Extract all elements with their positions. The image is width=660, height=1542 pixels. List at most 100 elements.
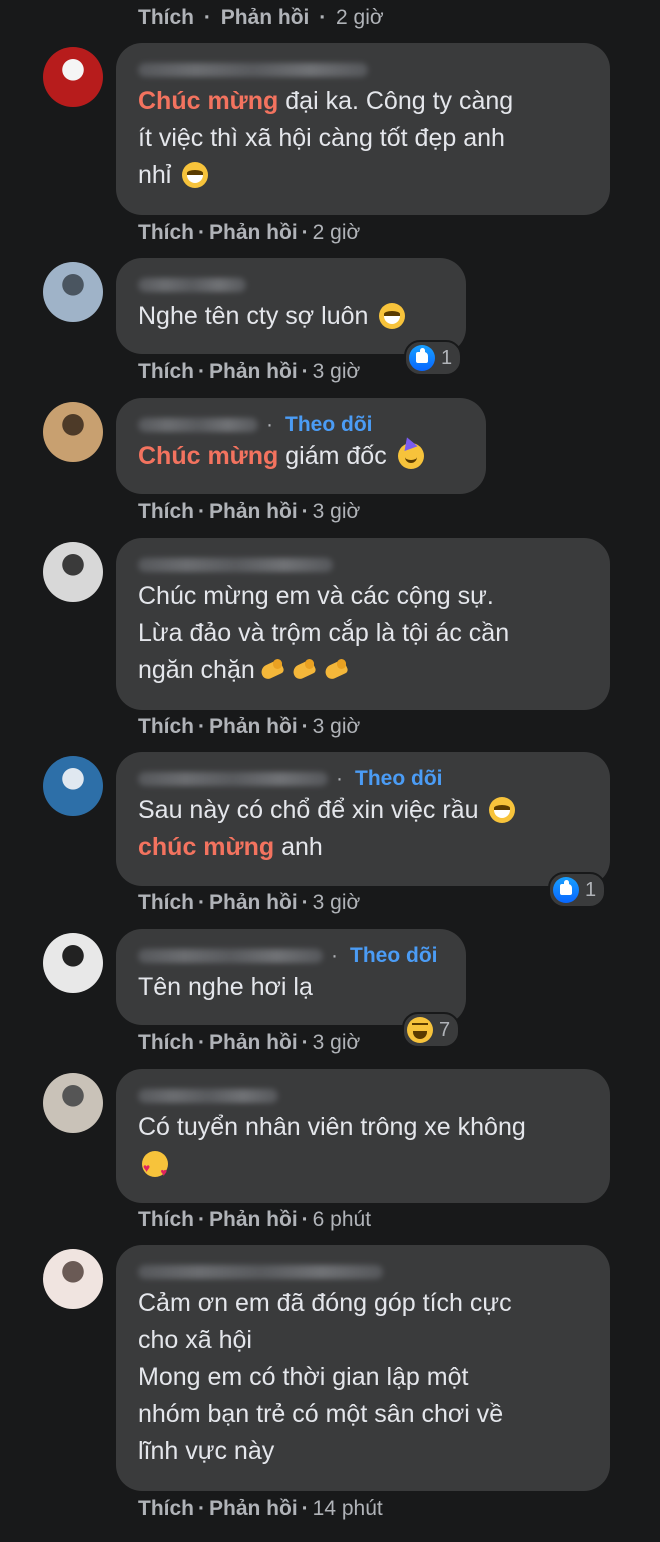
comment-time[interactable]: 3 giờ bbox=[313, 500, 361, 523]
separator: · bbox=[198, 891, 205, 914]
blurred-author-name[interactable] bbox=[138, 1265, 383, 1279]
blurred-author-name[interactable] bbox=[138, 63, 368, 77]
avatar[interactable] bbox=[43, 47, 103, 107]
reply-action[interactable]: Phản hồi bbox=[209, 715, 298, 738]
follow-button[interactable]: Theo dõi bbox=[285, 412, 373, 438]
comment-bubble: Chúc mừng em và các cộng sự. Lừa đảo và t… bbox=[116, 538, 610, 710]
comment-actions: Thích · Phản hồi · 2 giờ bbox=[138, 221, 360, 245]
reply-action[interactable]: Phản hồi bbox=[209, 1208, 298, 1231]
reply-action[interactable]: Phản hồi bbox=[209, 1031, 298, 1054]
avatar[interactable] bbox=[43, 542, 103, 602]
comment-actions: Thích · Phản hồi · 3 giờ bbox=[138, 1031, 360, 1055]
comment-bubble: Nghe tên cty sợ luôn bbox=[116, 258, 466, 354]
separator: · bbox=[266, 413, 273, 436]
reply-action[interactable]: Phản hồi bbox=[209, 891, 298, 914]
comment-text: Nghe tên cty sợ luôn bbox=[138, 298, 444, 335]
highlighted-text[interactable]: chúc mừng bbox=[138, 833, 274, 861]
like-action[interactable]: Thích bbox=[138, 1497, 194, 1520]
like-action[interactable]: Thích bbox=[138, 1208, 194, 1231]
highlighted-text[interactable]: Chúc mừng bbox=[138, 87, 278, 115]
separator: · bbox=[198, 360, 205, 383]
separator: · bbox=[336, 767, 343, 790]
comment-text-segment: cho xã hội bbox=[138, 1326, 252, 1354]
avatar[interactable] bbox=[43, 402, 103, 462]
separator: · bbox=[331, 944, 338, 967]
separator: · bbox=[198, 715, 205, 738]
reply-action[interactable]: Phản hồi bbox=[209, 360, 298, 383]
follow-button[interactable]: Theo dõi bbox=[355, 766, 443, 792]
reaction-count-number: 1 bbox=[441, 346, 453, 369]
comment-time[interactable]: 2 giờ bbox=[336, 6, 384, 29]
comment-actions: Thích · Phản hồi · 2 giờ bbox=[138, 6, 384, 30]
muscle-emoji-icon bbox=[259, 657, 287, 683]
reply-action[interactable]: Phản hồi bbox=[209, 500, 298, 523]
separator: · bbox=[198, 1031, 205, 1054]
follow-button[interactable]: Theo dõi bbox=[350, 943, 438, 969]
like-action[interactable]: Thích bbox=[138, 891, 194, 914]
separator: · bbox=[301, 715, 309, 738]
comment-author bbox=[138, 1259, 588, 1285]
reply-action[interactable]: Phản hồi bbox=[209, 1497, 298, 1520]
comment-time[interactable]: 3 giờ bbox=[313, 715, 361, 738]
blurred-author-name[interactable] bbox=[138, 772, 328, 786]
comment-text-segment: Nghe tên cty sợ luôn bbox=[138, 302, 376, 330]
blurred-author-name[interactable] bbox=[138, 558, 333, 572]
comment-time[interactable]: 2 giờ bbox=[313, 221, 361, 244]
comment-text-segment: Mong em có thời gian lập một bbox=[138, 1363, 469, 1391]
blurred-author-name[interactable] bbox=[138, 278, 246, 292]
reaction-count[interactable]: 1 bbox=[404, 340, 463, 376]
comment-bubble: · Theo dõi Sau này có chổ để xin việc rầu … bbox=[116, 752, 610, 886]
grin-emoji-icon bbox=[379, 303, 406, 329]
reaction-count-number: 7 bbox=[439, 1018, 451, 1041]
avatar[interactable] bbox=[43, 756, 103, 816]
blurred-author-name[interactable] bbox=[138, 1089, 278, 1103]
avatar[interactable] bbox=[43, 1073, 103, 1133]
comment-actions: Thích · Phản hồi · 3 giờ bbox=[138, 360, 360, 384]
like-action[interactable]: Thích bbox=[138, 6, 194, 29]
separator: · bbox=[319, 6, 327, 29]
like-action[interactable]: Thích bbox=[138, 221, 194, 244]
reaction-count[interactable]: 1 bbox=[548, 872, 607, 908]
separator: · bbox=[301, 1031, 309, 1054]
comment-text-segment: ngăn chặn bbox=[138, 656, 255, 684]
comment-bubble: Chúc mừng đại ka. Công ty càng ít việc th… bbox=[116, 43, 610, 215]
comment-text-segment: đại ka. Công ty càng bbox=[278, 87, 514, 115]
highlighted-text[interactable]: Chúc mừng bbox=[138, 442, 278, 470]
like-action[interactable]: Thích bbox=[138, 360, 194, 383]
comment-author: · Theo dõi bbox=[138, 943, 444, 969]
comment-text-segment: ít việc thì xã hội càng tốt đẹp anh bbox=[138, 124, 505, 152]
like-action[interactable]: Thích bbox=[138, 500, 194, 523]
party-emoji-icon bbox=[397, 443, 424, 469]
muscle-emoji-icon bbox=[323, 657, 351, 683]
comment-time[interactable]: 14 phút bbox=[313, 1497, 383, 1520]
blurred-author-name[interactable] bbox=[138, 949, 323, 963]
comment-text: Có tuyển nhân viên trông xe không bbox=[138, 1109, 588, 1192]
separator: · bbox=[198, 500, 205, 523]
like-action[interactable]: Thích bbox=[138, 715, 194, 738]
grin-emoji-icon bbox=[489, 797, 516, 823]
comment-text-segment: nhóm bạn trẻ có một sân chơi về bbox=[138, 1400, 504, 1428]
comment-text: Tên nghe hơi lạ bbox=[138, 969, 444, 1006]
comment-author bbox=[138, 552, 588, 578]
reaction-count[interactable]: 7 bbox=[402, 1012, 461, 1048]
reply-action[interactable]: Phản hồi bbox=[221, 6, 310, 29]
separator: · bbox=[301, 221, 309, 244]
comment-time[interactable]: 3 giờ bbox=[313, 1031, 361, 1054]
separator: · bbox=[301, 1497, 309, 1520]
comment-time[interactable]: 3 giờ bbox=[313, 891, 361, 914]
avatar[interactable] bbox=[43, 933, 103, 993]
comment-time[interactable]: 6 phút bbox=[313, 1208, 371, 1231]
comment-text-segment: Lừa đảo và trộm cắp là tội ác cần bbox=[138, 619, 510, 647]
comment-time[interactable]: 3 giờ bbox=[313, 360, 361, 383]
like-reaction-icon bbox=[553, 877, 579, 903]
avatar[interactable] bbox=[43, 262, 103, 322]
comment-text-segment: anh bbox=[274, 833, 323, 861]
avatar[interactable] bbox=[43, 1249, 103, 1309]
blurred-author-name[interactable] bbox=[138, 418, 258, 432]
comment-text-segment: Chúc mừng em và các cộng sự. bbox=[138, 582, 494, 610]
comment-text-segment: lĩnh vực này bbox=[138, 1437, 275, 1465]
like-action[interactable]: Thích bbox=[138, 1031, 194, 1054]
comment-author: · Theo dõi bbox=[138, 766, 588, 792]
reply-action[interactable]: Phản hồi bbox=[209, 221, 298, 244]
separator: · bbox=[301, 1208, 309, 1231]
